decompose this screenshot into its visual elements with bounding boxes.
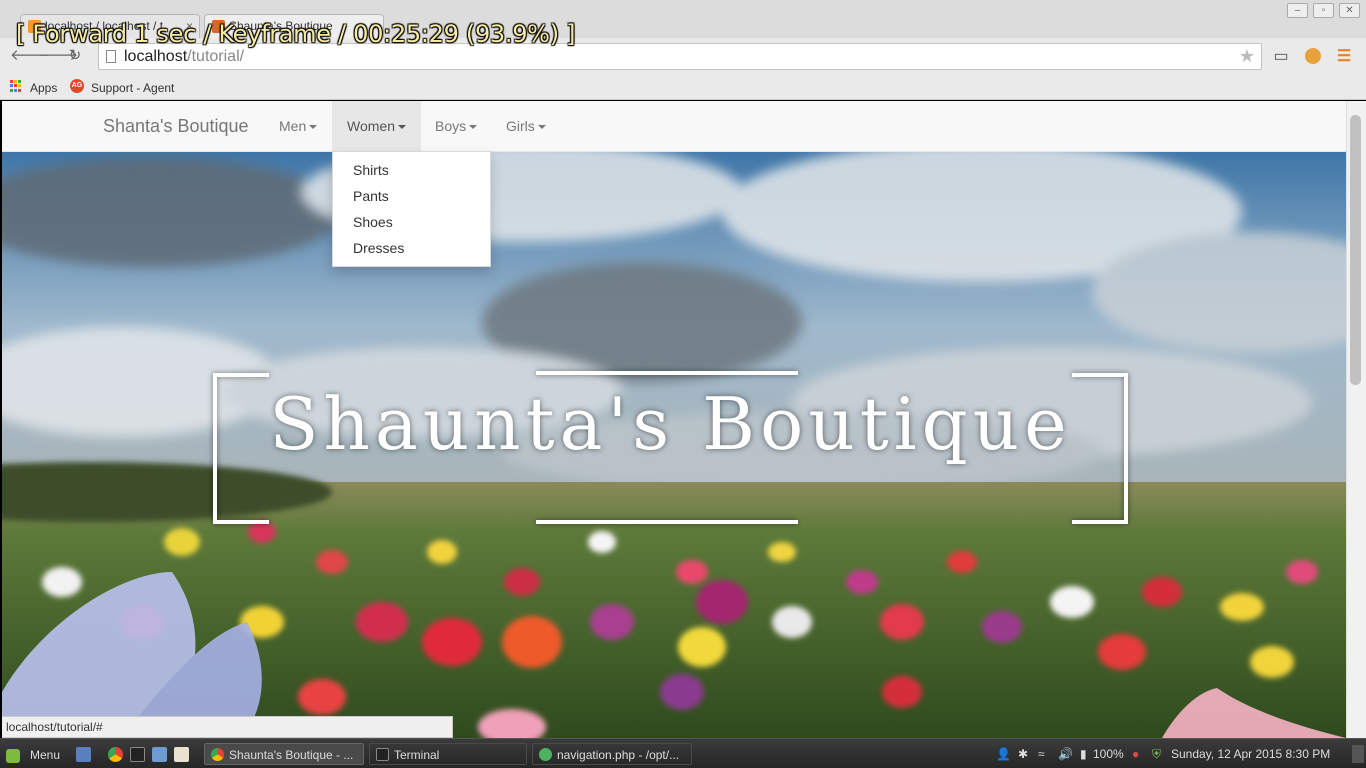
task-editor-label: navigation.php - /opt/...: [557, 748, 680, 762]
bookmark-apps[interactable]: Apps: [30, 79, 57, 97]
task-chrome-label: Shaunta's Boutique - ...: [229, 748, 354, 762]
url-path: /tutorial/: [187, 48, 245, 65]
user-icon[interactable]: 👤: [996, 745, 1011, 763]
apps-grid-icon[interactable]: [10, 80, 22, 92]
bookmark-support-agent[interactable]: Support - Agent: [91, 79, 174, 97]
nav-men[interactable]: Men: [264, 101, 332, 151]
start-menu-label: Menu: [30, 748, 61, 762]
battery-level: 100%: [1093, 747, 1124, 761]
bookmarks-bar: Apps AG Support - Agent: [0, 76, 1366, 100]
address-url: localhost/tutorial/: [124, 48, 244, 66]
task-terminal[interactable]: Terminal: [369, 743, 527, 765]
editor-launcher-icon[interactable]: [174, 747, 189, 762]
menu-hamburger-icon[interactable]: ☰: [1334, 48, 1354, 66]
cast-icon[interactable]: ▭: [1271, 48, 1291, 66]
nav-women-label: Women: [347, 118, 395, 134]
wifi-icon[interactable]: ≈: [1038, 745, 1045, 763]
site-brand[interactable]: Shanta's Boutique: [103, 116, 249, 137]
task-chrome[interactable]: Shaunta's Boutique - ...: [204, 743, 364, 765]
support-agent-icon: AG: [70, 79, 84, 93]
record-icon[interactable]: ●: [1132, 745, 1139, 763]
video-keyframe-overlay: [ Forward 1 sec / Keyframe / 00:25:29 (9…: [16, 20, 576, 48]
caret-down-icon: [537, 125, 546, 130]
page-icon: [106, 50, 116, 63]
shield-icon[interactable]: ⛨: [1152, 745, 1161, 763]
nav-men-label: Men: [279, 118, 307, 134]
nav-boys-label: Boys: [435, 118, 467, 134]
forward-arrow-icon[interactable]: 🡒: [38, 47, 78, 65]
start-menu-button[interactable]: Menu: [6, 746, 60, 764]
nav-girls-label: Girls: [506, 118, 535, 134]
nav-girls[interactable]: Girls: [491, 101, 561, 151]
files-launcher-icon[interactable]: [152, 747, 167, 762]
chrome-icon: [211, 748, 224, 761]
bookmark-star-icon[interactable]: ★: [1239, 46, 1255, 67]
caret-down-icon: [309, 125, 318, 130]
show-desktop-corner[interactable]: [1352, 745, 1364, 763]
back-arrow-icon[interactable]: 🡐: [10, 47, 50, 65]
mint-logo-icon: [6, 748, 20, 763]
battery-icon[interactable]: ▮: [1080, 745, 1087, 763]
minimize-window-icon[interactable]: –: [1287, 3, 1308, 18]
volume-icon[interactable]: 🔊: [1058, 745, 1073, 763]
dropdown-item-dresses[interactable]: Dresses: [333, 235, 490, 261]
hero-banner: Shaunta's Boutique: [2, 152, 1346, 738]
bluetooth-icon[interactable]: ✱: [1018, 745, 1028, 763]
dropdown-item-shoes[interactable]: Shoes: [333, 209, 490, 235]
nav-women[interactable]: Women: [332, 101, 421, 151]
cookie-extension-icon[interactable]: [1303, 48, 1323, 66]
task-editor[interactable]: navigation.php - /opt/...: [532, 743, 692, 765]
page-viewport: Shanta's Boutique Men Women Boys Girls S…: [2, 101, 1346, 738]
caret-down-icon: [469, 125, 478, 130]
chrome-launcher-icon[interactable]: [108, 747, 123, 762]
women-dropdown-menu: Shirts Pants Shoes Dresses: [332, 151, 491, 267]
editor-icon: [539, 748, 552, 761]
nav-boys[interactable]: Boys: [420, 101, 492, 151]
close-window-icon[interactable]: ✕: [1339, 3, 1360, 18]
system-clock[interactable]: Sunday, 12 Apr 2015 8:30 PM: [1171, 745, 1330, 763]
site-navbar: Shanta's Boutique Men Women Boys Girls: [2, 101, 1346, 152]
caret-down-icon: [397, 125, 406, 130]
terminal-icon: [376, 748, 389, 761]
link-status-bubble: localhost/tutorial/#: [2, 716, 453, 738]
dropdown-item-shirts[interactable]: Shirts: [333, 157, 490, 183]
dropdown-item-pants[interactable]: Pants: [333, 183, 490, 209]
reload-icon[interactable]: ↻: [66, 47, 84, 65]
show-desktop-icon[interactable]: [76, 747, 91, 762]
os-taskbar: Menu Shaunta's Boutique - ... Terminal n…: [0, 738, 1366, 768]
task-terminal-label: Terminal: [394, 748, 440, 762]
maximize-window-icon[interactable]: ▫: [1313, 3, 1334, 18]
page-scrollbar[interactable]: [1346, 101, 1366, 738]
hero-title: Shaunta's Boutique: [269, 382, 1072, 466]
url-host: localhost: [124, 48, 188, 65]
scrollbar-thumb[interactable]: [1350, 115, 1361, 385]
terminal-launcher-icon[interactable]: [130, 747, 145, 762]
